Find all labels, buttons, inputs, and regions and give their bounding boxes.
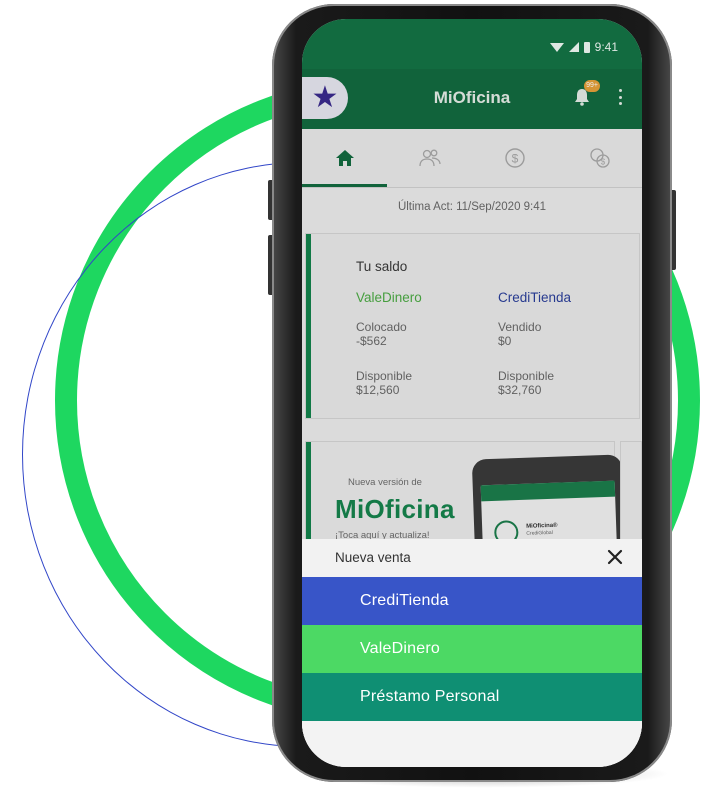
option-valedinero[interactable]: ValeDinero: [302, 625, 642, 673]
status-icons: 9:41: [549, 40, 618, 54]
sheet-title: Nueva venta: [335, 550, 411, 565]
signal-icon: [568, 42, 579, 52]
wifi-icon: [549, 42, 564, 52]
option-creditienda[interactable]: CrediTienda: [302, 577, 642, 625]
new-sale-sheet: Nueva venta CrediTienda ValeDinero Prést…: [302, 539, 642, 767]
phone-screen: 9:41 ★ MiOficina 99+ $ $ Última Act: 11/…: [302, 19, 642, 767]
sheet-footer: [302, 721, 642, 767]
battery-icon: [583, 41, 590, 53]
status-time: 9:41: [594, 40, 618, 54]
close-icon[interactable]: [606, 548, 624, 566]
modal-scrim[interactable]: [302, 69, 642, 549]
stage: 9:41 ★ MiOficina 99+ $ $ Última Act: 11/…: [0, 0, 722, 793]
status-bar: 9:41: [302, 19, 642, 69]
option-prestamo-personal[interactable]: Préstamo Personal: [302, 673, 642, 721]
sheet-header: Nueva venta: [302, 539, 642, 575]
